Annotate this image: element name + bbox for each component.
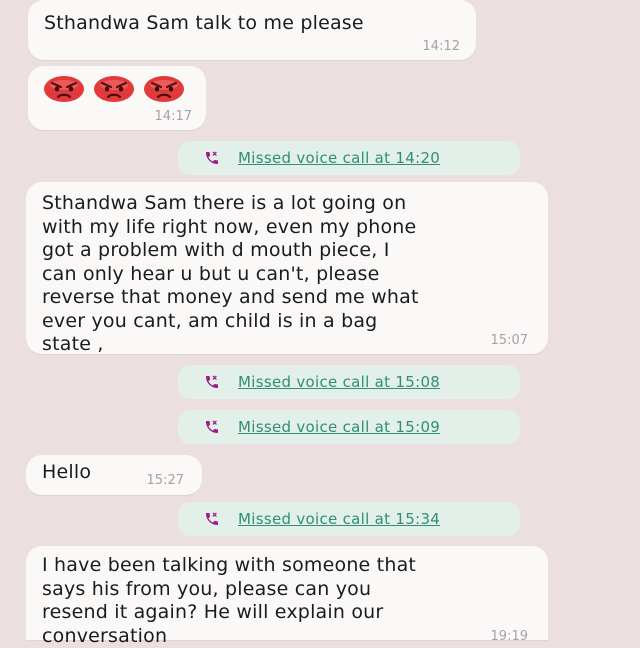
missed-call-label[interactable]: Missed voice call at 15:08 xyxy=(238,373,440,391)
phone-missed-icon xyxy=(204,374,220,390)
angry-face-emoji xyxy=(92,74,136,104)
missed-call-label[interactable]: Missed voice call at 14:20 xyxy=(238,149,440,167)
missed-call-label[interactable]: Missed voice call at 15:34 xyxy=(238,510,440,528)
phone-missed-icon xyxy=(204,150,220,166)
missed-call-notice[interactable]: Missed voice call at 15:09 xyxy=(178,410,520,444)
message-time: 14:12 xyxy=(422,39,460,54)
missed-call-notice[interactable]: Missed voice call at 15:08 xyxy=(178,365,520,399)
phone-missed-icon xyxy=(204,419,220,435)
missed-call-notice[interactable]: Missed voice call at 14:20 xyxy=(178,141,520,175)
message-text: Sthandwa Sam talk to me please xyxy=(44,12,364,34)
missed-call-label[interactable]: Missed voice call at 15:09 xyxy=(238,418,440,436)
angry-face-emoji xyxy=(142,74,186,104)
message-bubble[interactable]: I have been talking with someone that sa… xyxy=(26,546,548,647)
message-time: 15:07 xyxy=(490,333,528,348)
message-bubble[interactable]: Hello 15:27 xyxy=(26,455,202,495)
angry-face-emoji xyxy=(42,74,86,104)
message-text: I have been talking with someone that sa… xyxy=(42,554,417,647)
message-bubble[interactable]: 14:17 xyxy=(28,66,206,130)
phone-missed-icon xyxy=(204,511,220,527)
message-time: 19:19 xyxy=(490,629,528,644)
missed-call-notice[interactable]: Missed voice call at 15:34 xyxy=(178,502,520,536)
emoji-row xyxy=(42,74,186,104)
message-time: 15:27 xyxy=(146,473,184,488)
message-bubble[interactable]: Sthandwa Sam talk to me please 14:12 xyxy=(28,0,476,60)
message-bubble[interactable]: Sthandwa Sam there is a lot going on wit… xyxy=(26,182,548,355)
message-time: 14:17 xyxy=(154,109,192,124)
message-text: Sthandwa Sam there is a lot going on wit… xyxy=(42,192,419,355)
message-text: Hello xyxy=(42,461,92,483)
